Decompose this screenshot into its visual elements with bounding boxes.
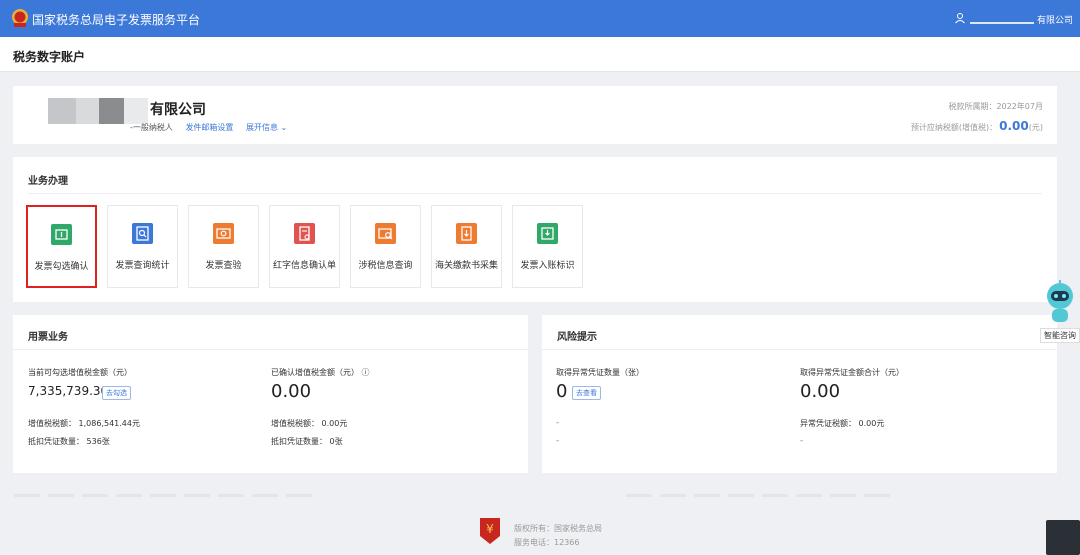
- tile-label: 发票查询统计: [115, 261, 170, 271]
- divider: [28, 193, 1042, 194]
- tax-due-label: 预计应纳税额(增值税)：: [910, 123, 998, 132]
- go-select-button[interactable]: 去勾选: [102, 386, 131, 400]
- tax-emblem-icon: [12, 9, 28, 27]
- customs-icon: [456, 223, 477, 244]
- page-title-bar: 税务数字账户: [0, 37, 1080, 72]
- top-bar: 国家税务总局电子发票服务平台 有限公司: [0, 0, 1080, 37]
- confirmed-vat-label: 已确认增值税金额（元） ⓘ: [271, 368, 370, 377]
- user-icon[interactable]: [954, 12, 966, 24]
- svg-text:¥: ¥: [486, 522, 494, 536]
- go-view-button[interactable]: 去查看: [572, 386, 601, 400]
- abnormal-tax-amount: 异常凭证税额： 0.00元: [800, 419, 885, 428]
- abnormal-amount-label: 取得异常凭证金额合计（元）: [800, 368, 904, 377]
- tile-invoice-select-confirm[interactable]: 发票勾选确认: [26, 205, 97, 288]
- background-placeholder: [14, 486, 320, 504]
- tax-due-unit: (元): [1028, 123, 1043, 132]
- risk-section-title: 风险提示: [557, 332, 597, 343]
- redacted-block: [99, 98, 124, 124]
- smart-consult-widget[interactable]: 智能咨询: [1040, 278, 1080, 343]
- footer-phone: 服务电话：12366: [514, 538, 580, 547]
- tax-due: 预计应纳税额(增值税)： 0.00(元): [911, 119, 1043, 133]
- info-icon[interactable]: ⓘ: [362, 368, 370, 377]
- search-doc-icon: [132, 223, 153, 244]
- expand-info-link[interactable]: 展开信息 ⌄: [246, 123, 287, 132]
- confirmed-vat-value: 0.00: [271, 381, 312, 402]
- placeholder-dash: -: [800, 436, 804, 446]
- tile-customs-collection[interactable]: 海关缴款书采集: [431, 205, 502, 288]
- tile-invoice-verify[interactable]: 发票查验: [188, 205, 259, 288]
- tile-tax-info-query[interactable]: 涉税信息查询: [350, 205, 421, 288]
- company-name: 有限公司: [150, 102, 206, 118]
- tile-label: 发票查验: [205, 261, 242, 271]
- business-card: 业务办理 发票勾选确认 发票查询统计 发票查验 红字信息确认单 涉税信息查询 海…: [13, 157, 1057, 302]
- redacted-block: [76, 98, 99, 124]
- vat-amount-left: 增值税税额： 1,086,541.44元: [28, 419, 140, 428]
- tile-label: 发票勾选确认: [34, 262, 89, 272]
- ticket-icon: [51, 224, 72, 245]
- selectable-vat-value: 7,335,739.30: [28, 384, 109, 398]
- email-settings-link[interactable]: 发件邮箱设置: [185, 123, 233, 132]
- tile-label: 红字信息确认单: [272, 261, 336, 271]
- search-card-icon: [375, 223, 396, 244]
- divider: [13, 349, 528, 350]
- tile-label: 涉税信息查询: [358, 261, 413, 271]
- redacted-block: [124, 98, 148, 124]
- user-company-name[interactable]: 有限公司: [1037, 13, 1073, 26]
- divider: [542, 349, 1057, 350]
- red-doc-icon: [294, 223, 315, 244]
- abnormal-count-label: 取得异常凭证数量（张）: [556, 368, 644, 377]
- verify-icon: [213, 223, 234, 244]
- placeholder-dash: -: [556, 436, 560, 446]
- tax-period: 税款所属期：2022年07月: [948, 102, 1043, 111]
- tax-bureau-emblem-icon: ¥: [480, 518, 500, 544]
- voucher-count-left: 抵扣凭证数量： 536张: [28, 437, 110, 446]
- inbox-icon: [537, 223, 558, 244]
- footer-copyright: 版权所有：国家税务总局: [514, 524, 602, 533]
- vat-amount-right: 增值税税额： 0.00元: [271, 419, 348, 428]
- chevron-down-icon: ⌄: [280, 123, 288, 132]
- app-title: 国家税务总局电子发票服务平台: [32, 13, 201, 27]
- background-placeholder: [626, 486, 898, 504]
- placeholder-dash: -: [556, 418, 560, 428]
- tile-invoice-query-stats[interactable]: 发票查询统计: [107, 205, 178, 288]
- smart-consult-label: 智能咨询: [1040, 328, 1080, 343]
- tile-label: 海关缴款书采集: [434, 261, 498, 271]
- account-card: 有限公司 -一般纳税人 发件邮箱设置 展开信息 ⌄ 税款所属期：2022年07月…: [13, 86, 1057, 144]
- tile-red-letter-confirm[interactable]: 红字信息确认单: [269, 205, 340, 288]
- corner-widget[interactable]: [1046, 520, 1080, 555]
- redacted-block: [48, 98, 76, 124]
- invoice-usage-card: 用票业务 当前可勾选增值税金额（元） 7,335,739.30 去勾选 已确认增…: [13, 315, 528, 473]
- robot-avatar-icon: [1047, 280, 1073, 322]
- voucher-count-right: 抵扣凭证数量： 0张: [271, 437, 343, 446]
- taxpayer-type: -一般纳税人: [130, 123, 173, 132]
- business-section-title: 业务办理: [28, 176, 68, 187]
- page-title: 税务数字账户: [13, 50, 86, 64]
- tax-due-value: 0.00: [999, 119, 1029, 133]
- usage-section-title: 用票业务: [28, 332, 68, 343]
- abnormal-count-value: 0: [556, 381, 568, 402]
- abnormal-amount-value: 0.00: [800, 381, 841, 402]
- tile-label: 发票入账标识: [520, 261, 575, 271]
- account-links: -一般纳税人 发件邮箱设置 展开信息 ⌄: [130, 122, 287, 133]
- risk-card: 风险提示 取得异常凭证数量（张） 0 去查看 取得异常凭证金额合计（元） 0.0…: [542, 315, 1057, 473]
- selectable-vat-label: 当前可勾选增值税金额（元）: [28, 368, 132, 377]
- username-redacted: [970, 22, 1034, 24]
- tile-invoice-entry-mark[interactable]: 发票入账标识: [512, 205, 583, 288]
